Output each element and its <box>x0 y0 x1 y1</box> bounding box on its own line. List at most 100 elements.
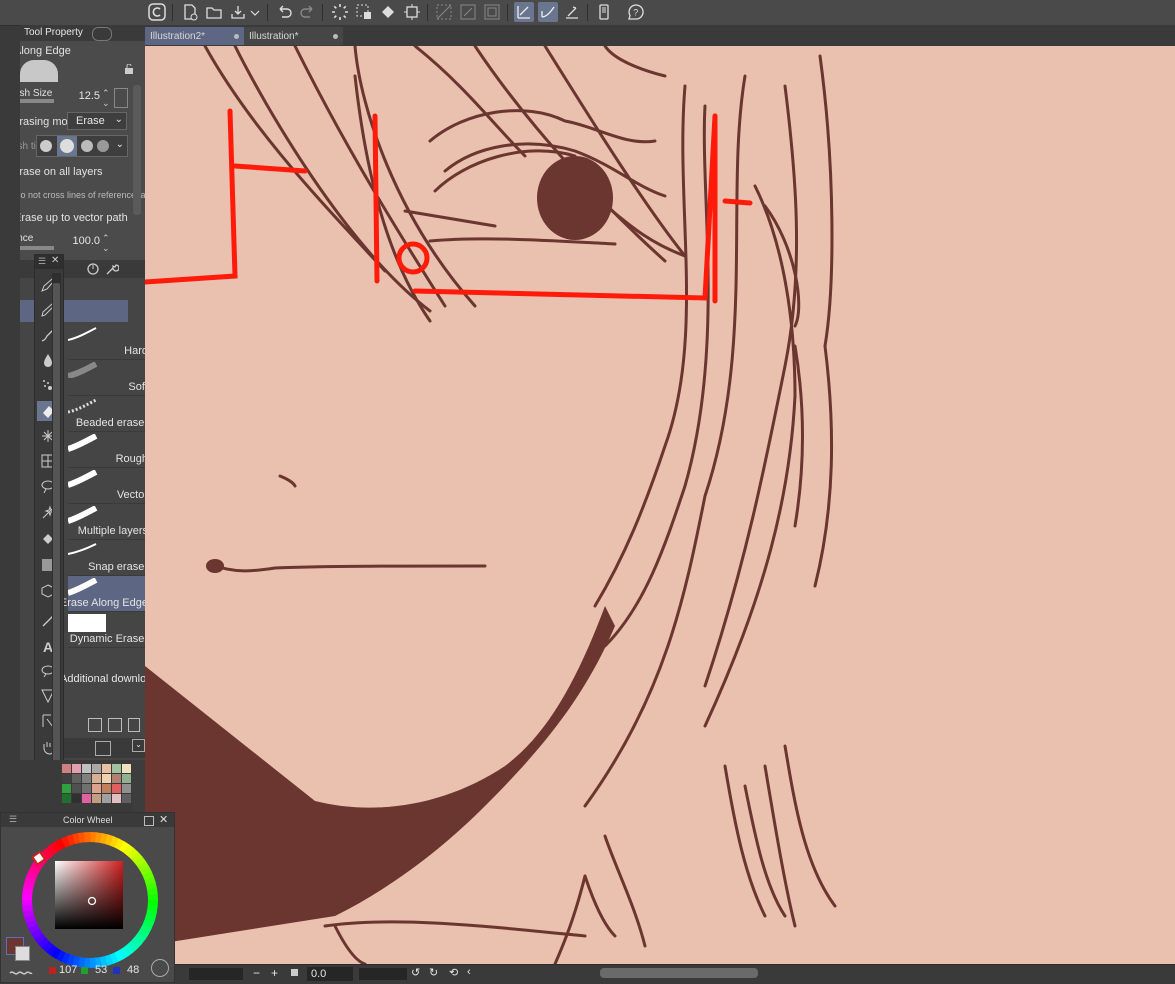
palette-swatch[interactable] <box>82 794 91 803</box>
loading-icon[interactable] <box>330 2 350 22</box>
erase-all-layers-checkbox[interactable]: Erase on all layers <box>20 162 103 182</box>
rotate-right-icon[interactable]: ↻ <box>429 966 438 979</box>
palette-swatch[interactable] <box>102 784 111 793</box>
palette-swatch[interactable] <box>72 784 81 793</box>
lock-icon[interactable] <box>124 63 134 74</box>
palette-swatch[interactable] <box>112 784 121 793</box>
palette-swatch[interactable] <box>112 794 121 803</box>
zoom-slider[interactable] <box>189 968 243 980</box>
close-tab-icon[interactable] <box>333 33 338 39</box>
help-icon[interactable]: ? <box>626 2 646 22</box>
tolerance-value[interactable]: 100.0 <box>68 235 100 251</box>
zoom-value[interactable]: 0.0 <box>307 967 353 981</box>
palette-swatch[interactable] <box>92 764 101 773</box>
palette-swatch[interactable] <box>62 794 71 803</box>
palette-swatch[interactable] <box>102 764 111 773</box>
brush-size-stepper[interactable]: ⌃ ⌄ <box>102 88 112 108</box>
download-icon[interactable] <box>88 718 102 732</box>
drawing-canvas[interactable] <box>145 46 1175 964</box>
fill-icon[interactable] <box>378 2 398 22</box>
tool-property-tab[interactable]: Tool Property <box>24 27 83 38</box>
zoom-out-icon[interactable]: − <box>253 966 260 980</box>
wrench-icon[interactable] <box>105 262 120 276</box>
subtool-item[interactable]: Rough <box>68 432 145 468</box>
palette-swatch[interactable] <box>122 774 131 783</box>
snap-grid-icon[interactable] <box>562 2 582 22</box>
palette-swatch[interactable] <box>62 764 71 773</box>
close-icon[interactable]: ✕ <box>51 255 59 266</box>
palette-swatch[interactable] <box>92 774 101 783</box>
property-scrollbar[interactable] <box>133 85 141 215</box>
close-tab-icon[interactable] <box>234 33 239 39</box>
palette-swatch[interactable] <box>122 764 131 773</box>
palette-swatch[interactable] <box>102 774 111 783</box>
app-logo-icon[interactable] <box>147 2 167 22</box>
subtool-item[interactable]: Vector <box>68 468 145 504</box>
delete-icon[interactable] <box>128 718 140 732</box>
reset-rotation-icon[interactable]: ⟲ <box>449 966 458 979</box>
flip-icon[interactable]: ‹ <box>467 966 471 978</box>
palette-swatch[interactable] <box>102 794 111 803</box>
snap-special-ruler-icon[interactable] <box>538 2 558 22</box>
subtool-item[interactable]: Hard <box>68 324 145 360</box>
brush-size-slider[interactable] <box>20 99 54 103</box>
subtool-item[interactable]: Dynamic Eraser <box>68 612 145 648</box>
tab-illustration2[interactable]: Illustration2* <box>145 27 244 45</box>
erasing-mode-select[interactable]: Erase ⌄ <box>67 112 127 130</box>
rotate-slider[interactable] <box>359 968 407 980</box>
brush-size-value[interactable]: 12.5 <box>78 90 100 106</box>
palette-swatch[interactable] <box>82 764 91 773</box>
redo-icon[interactable] <box>298 2 318 22</box>
minimize-icon[interactable] <box>144 816 154 826</box>
duplicate-icon[interactable] <box>108 718 122 732</box>
new-file-icon[interactable] <box>180 2 200 22</box>
hide-outside-icon[interactable] <box>434 2 454 22</box>
save-dropdown-icon[interactable] <box>249 2 261 22</box>
sub-color-swatch[interactable] <box>15 946 30 961</box>
additional-downloads-link[interactable]: Additional downloads <box>60 673 145 685</box>
subtool-item[interactable]: Beaded eraser <box>68 396 145 432</box>
palette-swatch[interactable] <box>72 774 81 783</box>
clear-selection-icon[interactable] <box>354 2 374 22</box>
not-cross-lines-checkbox[interactable]: Do not cross lines of reference layer <box>20 185 145 205</box>
tolerance-slider[interactable] <box>20 246 54 250</box>
palette-swatch[interactable] <box>92 784 101 793</box>
palette-swatch[interactable] <box>112 774 121 783</box>
open-file-icon[interactable] <box>204 2 224 22</box>
palette-swatch[interactable] <box>82 774 91 783</box>
tolerance-stepper[interactable]: ⌃ ⌄ <box>102 233 112 253</box>
close-icon[interactable]: ✕ <box>159 813 168 826</box>
settings-toggle-icon[interactable] <box>92 27 112 41</box>
palette-swatch[interactable] <box>92 794 101 803</box>
up-to-vector-checkbox[interactable]: Erase up to vector path <box>20 208 128 228</box>
palette-swatch[interactable] <box>112 764 121 773</box>
palette-swatch[interactable] <box>122 784 131 793</box>
transform-icon[interactable] <box>402 2 422 22</box>
frame-icon[interactable] <box>482 2 502 22</box>
subtool-item-selected[interactable]: Erase Along Edge <box>60 576 145 612</box>
save-icon[interactable] <box>228 2 248 22</box>
subtool-item[interactable]: Multiple layers <box>68 504 145 540</box>
sort-icon[interactable] <box>86 262 100 276</box>
palette-swatch[interactable] <box>62 784 71 793</box>
fit-icon[interactable] <box>291 969 298 976</box>
panel-menu-icon[interactable]: ⌄ <box>132 739 145 752</box>
horizontal-scrollbar[interactable] <box>600 968 758 978</box>
palette-swatch[interactable] <box>122 794 131 803</box>
palette-swatch[interactable] <box>62 774 71 783</box>
transparent-color-icon[interactable] <box>9 966 33 975</box>
zoom-in-icon[interactable]: + <box>271 966 278 980</box>
smartphone-icon[interactable] <box>594 2 614 22</box>
palette-swatch[interactable] <box>82 784 91 793</box>
filmstrip-icon[interactable] <box>95 741 111 756</box>
subtool-item[interactable]: Snap eraser <box>68 540 145 576</box>
brush-tip-selector[interactable]: ⌄ <box>36 135 128 157</box>
snap-ruler-icon[interactable] <box>514 2 534 22</box>
rotate-left-icon[interactable]: ↺ <box>411 966 420 979</box>
undo-icon[interactable] <box>274 2 294 22</box>
color-mode-icon[interactable] <box>151 959 169 977</box>
tool-palette-scrollbar[interactable] <box>52 273 61 778</box>
hue-ring[interactable] <box>21 831 159 969</box>
palette-swatch[interactable] <box>72 764 81 773</box>
palette-swatch[interactable] <box>72 794 81 803</box>
